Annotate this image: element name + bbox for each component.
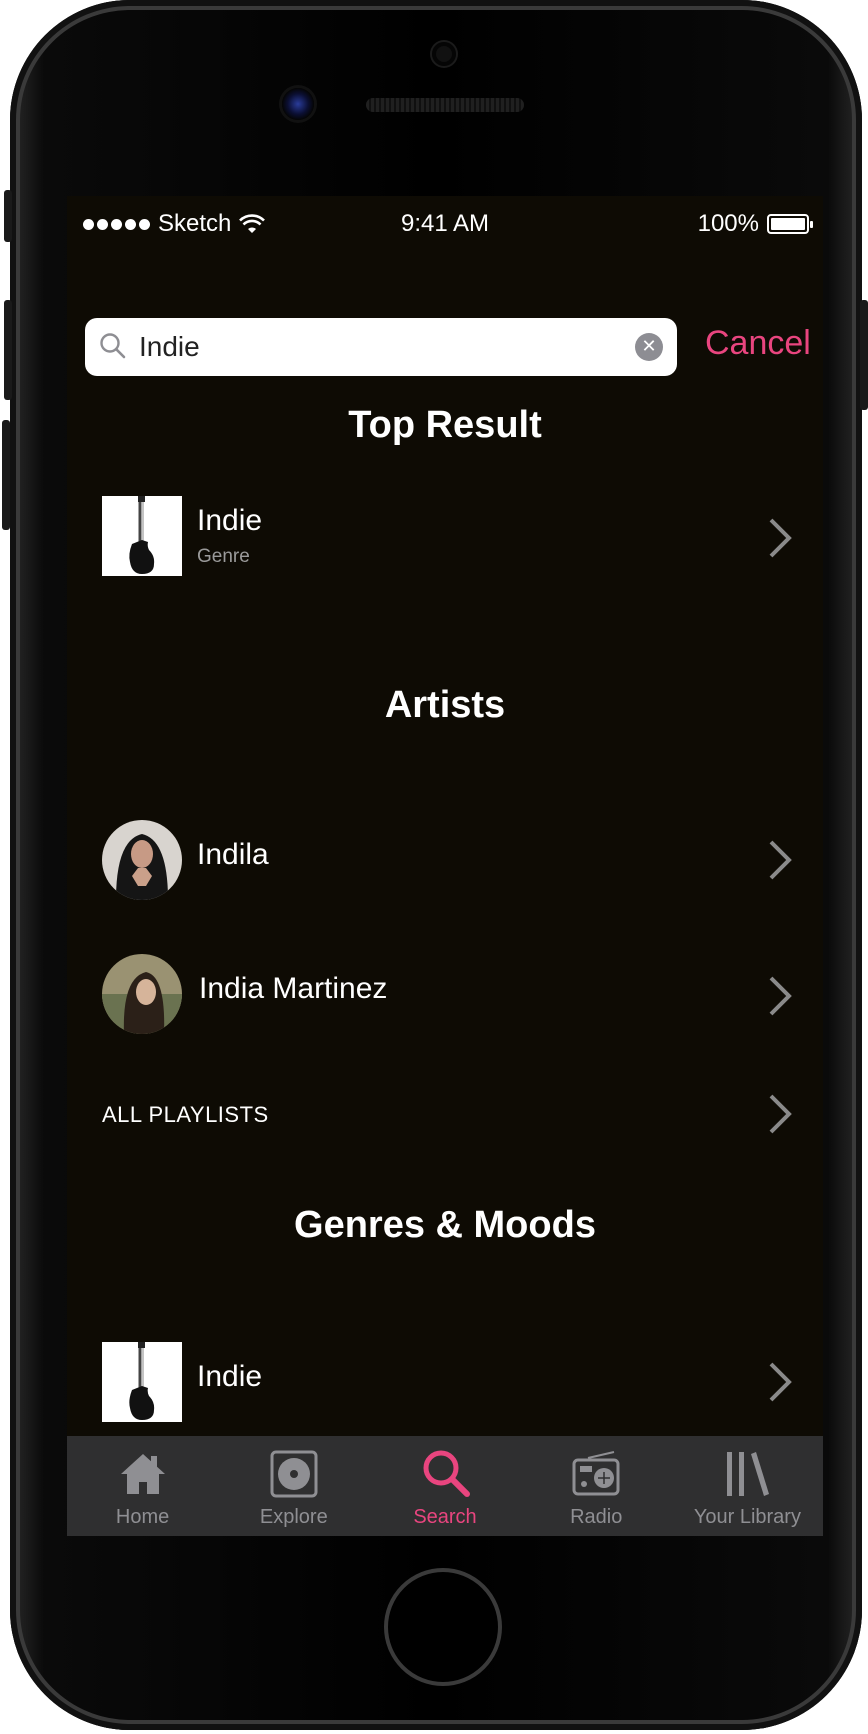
genre-row[interactable]: Indie: [67, 1342, 823, 1422]
search-icon: [100, 333, 126, 359]
status-right: 100%: [697, 210, 813, 238]
tab-label: Search: [413, 1506, 477, 1528]
guitar-icon: [102, 496, 182, 576]
battery-icon: [767, 214, 813, 234]
volume-up-button: [4, 300, 12, 400]
status-bar: Sketch 9:41 AM 100%: [67, 196, 823, 256]
battery-percent: 100%: [697, 210, 759, 237]
genre-thumbnail: [102, 496, 182, 576]
top-result-title: Indie: [197, 504, 263, 537]
clear-search-icon[interactable]: ✕: [635, 333, 663, 361]
home-icon: [120, 1454, 165, 1494]
tab-radio[interactable]: Radio: [521, 1436, 672, 1536]
search-input[interactable]: [139, 324, 609, 370]
tab-your-library[interactable]: Your Library: [672, 1436, 823, 1536]
guitar-icon: [102, 1342, 182, 1422]
section-title-artists: Artists: [384, 684, 506, 726]
power-button: [860, 300, 868, 410]
chevron-right-icon: [769, 840, 792, 880]
tab-label: Your Library: [693, 1506, 801, 1528]
tab-label: Explore: [259, 1506, 328, 1528]
genre-thumbnail: [102, 1342, 182, 1422]
chevron-right-icon: [769, 518, 792, 558]
all-playlists-label: ALL PLAYLISTS: [102, 1102, 269, 1127]
tab-explore[interactable]: Explore: [218, 1436, 369, 1536]
mute-switch: [4, 190, 12, 242]
earpiece-speaker: [366, 98, 524, 112]
artist-row[interactable]: Indila: [67, 820, 823, 900]
artist-avatar: [102, 954, 182, 1034]
library-icon: [727, 1452, 770, 1496]
artist-avatar: [102, 820, 182, 900]
tab-search[interactable]: Search: [369, 1436, 520, 1536]
tab-home[interactable]: Home: [67, 1436, 218, 1536]
tab-bar: Home Explore Search Radio Your Library: [67, 1436, 823, 1536]
home-button[interactable]: [384, 1568, 502, 1686]
proximity-sensor: [432, 42, 456, 66]
top-result-row[interactable]: Indie Genre: [67, 496, 823, 576]
screen: Sketch 9:41 AM 100% Indie ✕ Cancel Top R…: [67, 196, 823, 1536]
artist-row[interactable]: India Martinez: [67, 954, 823, 1034]
search-field[interactable]: ✕: [85, 318, 677, 376]
tab-label: Home: [115, 1506, 170, 1528]
chevron-right-icon: [769, 1094, 792, 1134]
artist-name: Indila: [197, 838, 269, 871]
radio-icon: [572, 1451, 620, 1496]
section-title-top-result: Top Result: [348, 404, 542, 446]
chevron-right-icon: [769, 976, 792, 1016]
volume-down-button: [2, 420, 10, 530]
search-icon: [423, 1450, 470, 1497]
phone-frame: Sketch 9:41 AM 100% Indie ✕ Cancel Top R…: [2, 0, 868, 1730]
search-row: ✕ Cancel: [85, 318, 815, 376]
tab-label: Radio: [570, 1506, 623, 1528]
all-playlists-row[interactable]: ALL PLAYLISTS: [67, 1090, 823, 1140]
top-result-subtitle: Genre: [197, 546, 250, 567]
front-camera: [282, 88, 314, 120]
artist-name: India Martinez: [199, 972, 388, 1005]
explore-icon: [270, 1450, 318, 1498]
genre-name: Indie: [197, 1360, 263, 1393]
section-title-genres-moods: Genres & Moods: [294, 1204, 596, 1246]
cancel-button[interactable]: Cancel: [705, 324, 811, 363]
chevron-right-icon: [769, 1362, 792, 1402]
